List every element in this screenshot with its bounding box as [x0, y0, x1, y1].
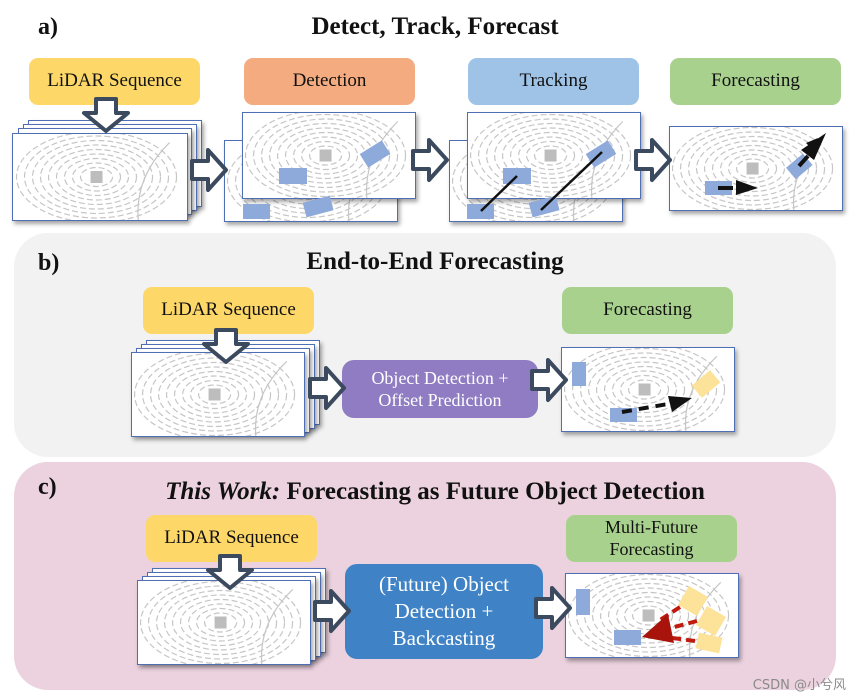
right-arrow-icon	[411, 138, 449, 182]
right-arrow-icon	[634, 138, 672, 182]
tag-line: Forecasting	[609, 538, 694, 559]
lidar-sequence-tag-a: LiDAR Sequence	[29, 58, 200, 105]
ego-vehicle	[214, 616, 227, 629]
future-detection-backcasting-block: (Future) Object Detection + Backcasting	[345, 564, 543, 659]
lidar-scan-pattern	[15, 134, 178, 220]
ego-vehicle	[638, 383, 651, 396]
lidar-scan-pattern	[567, 574, 730, 657]
tracking-frame-front	[467, 112, 641, 199]
road-edge	[792, 134, 826, 210]
road-edge	[254, 360, 288, 436]
tracking-tag: Tracking	[468, 58, 639, 105]
lidar-frame-b	[131, 352, 305, 437]
process-line: Object Detection +	[371, 367, 509, 388]
lidar-scan-pattern	[133, 353, 296, 436]
multi-future-forecasting-tag: Multi-Future Forecasting	[566, 515, 737, 562]
lidar-scan-pattern	[563, 348, 726, 431]
detection-tag: Detection	[244, 58, 415, 105]
lidar-sequence-tag-c: LiDAR Sequence	[146, 515, 317, 562]
object-detection-offset-prediction-block: Object Detection + Offset Prediction	[342, 360, 538, 418]
road-edge	[688, 581, 722, 657]
road-edge	[365, 121, 399, 198]
process-line: Backcasting	[392, 626, 496, 651]
panel-a-title: Detect, Track, Forecast	[311, 13, 559, 40]
forecasting-frame-a	[669, 126, 843, 211]
lidar-scan-pattern	[671, 127, 834, 210]
forecasting-tag-b: Forecasting	[562, 287, 733, 334]
lidar-frame	[12, 133, 188, 221]
road-edge	[684, 355, 718, 431]
ego-vehicle	[544, 149, 557, 162]
forecasting-frame-b	[561, 347, 735, 432]
lidar-scan-pattern	[469, 113, 632, 198]
ego-vehicle	[642, 609, 655, 622]
ego-vehicle	[319, 149, 332, 162]
process-line: Offset Prediction	[378, 390, 502, 410]
road-edge	[260, 588, 294, 664]
road-edge	[590, 121, 624, 198]
lidar-scan-pattern	[139, 581, 302, 664]
ego-vehicle	[90, 171, 103, 183]
panel-c-title: This Work: Forecasting as Future Object …	[0, 478, 854, 506]
process-line: Detection +	[394, 598, 494, 623]
panel-c-title-rest: Forecasting as Future Object Detection	[280, 478, 705, 505]
multi-future-frame	[565, 573, 739, 658]
panel-c-title-italic: This Work:	[165, 478, 281, 505]
lidar-sequence-tag-b: LiDAR Sequence	[143, 287, 314, 334]
lidar-scan-pattern	[244, 113, 407, 198]
watermark: CSDN @小兮风	[752, 678, 846, 693]
detection-frame-front	[242, 112, 416, 199]
lidar-frame-c	[137, 580, 311, 665]
tag-line: Multi-Future	[605, 516, 698, 537]
process-line: (Future) Object	[378, 571, 510, 596]
ego-vehicle	[208, 388, 221, 401]
ego-vehicle	[746, 162, 759, 175]
panel-b-title: End-to-End Forecasting	[306, 248, 564, 275]
forecasting-tag-a: Forecasting	[670, 58, 841, 105]
